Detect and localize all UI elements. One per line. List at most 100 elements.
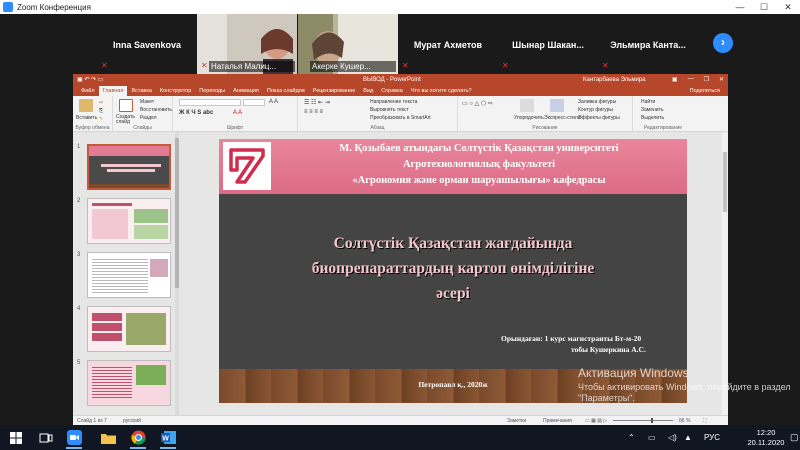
slide-author-line: тобы Кушеркина А.С.: [571, 345, 646, 354]
muted-mic-icon: ✕: [602, 61, 609, 70]
taskbar-clock[interactable]: 12:20 20.11.2020: [743, 428, 789, 448]
arrange-button[interactable]: Упорядочить: [514, 115, 544, 121]
participant-tile[interactable]: Мурат Ахметов ✕: [398, 14, 498, 74]
find-button[interactable]: Найти: [641, 99, 655, 105]
tab-animations[interactable]: Анимация: [229, 86, 263, 96]
bullets-icon[interactable]: ☰ ☷ ⇤ ⇥: [304, 99, 330, 106]
tab-design[interactable]: Конструктор: [156, 86, 195, 96]
thumbnail-image: [87, 360, 171, 406]
minimize-icon[interactable]: —: [728, 2, 752, 13]
align-text-button[interactable]: Выровнять текст: [370, 107, 409, 113]
participant-tile[interactable]: Эльмира Канта... ✕: [598, 14, 698, 74]
shape-effects-button[interactable]: Эффекты фигуры: [578, 115, 620, 121]
fit-slide-icon[interactable]: ⛶: [703, 418, 707, 424]
ppt-user-name[interactable]: Кантарбаева Эльмира: [583, 77, 646, 83]
tab-home[interactable]: Главная: [98, 86, 128, 96]
zoom-titlebar: Zoom Конференция — ☐ ✕: [0, 0, 800, 14]
slide-thumbnail[interactable]: 1: [77, 144, 175, 192]
maximize-icon[interactable]: ☐: [752, 2, 776, 13]
tab-slideshow[interactable]: Показ слайдов: [263, 86, 309, 96]
ribbon-display-icon[interactable]: ▣: [672, 76, 678, 83]
zoom-level[interactable]: 86 %: [679, 418, 690, 424]
close-icon[interactable]: ✕: [719, 76, 724, 83]
restore-icon[interactable]: ❐: [704, 76, 709, 83]
zoom-window-title: Zoom Конференция: [17, 2, 91, 12]
shapes-gallery-icon[interactable]: ▭ ○ △ ⬠ ⇨: [462, 100, 493, 107]
slide-thumbnail[interactable]: 5: [77, 360, 175, 408]
new-slide-icon[interactable]: [119, 99, 133, 112]
thumbnail-number: 1: [77, 144, 81, 150]
format-painter-icon[interactable]: ✎: [99, 116, 103, 122]
comments-button[interactable]: Примечания: [543, 418, 572, 424]
shape-outline-button[interactable]: Контур фигуры: [578, 107, 613, 113]
tab-review[interactable]: Рецензирование: [309, 86, 359, 96]
tab-insert[interactable]: Вставка: [127, 86, 155, 96]
word-icon[interactable]: W: [158, 428, 178, 449]
network-icon[interactable]: ▭: [648, 425, 656, 450]
language-indicator[interactable]: русский: [123, 418, 141, 424]
muted-mic-icon: ✕: [101, 61, 108, 70]
tab-help[interactable]: Справка: [377, 86, 407, 96]
minimize-icon[interactable]: —: [688, 76, 694, 83]
slide-thumbnail[interactable]: 3: [77, 252, 175, 300]
notifications-icon[interactable]: ▢: [790, 425, 799, 450]
text-direction-button[interactable]: Направление текста: [370, 99, 417, 105]
thumbnail-number: 5: [77, 360, 81, 366]
quick-styles-button[interactable]: Экспресс-стили: [544, 115, 581, 121]
shape-fill-button[interactable]: Заливка фигуры: [578, 99, 616, 105]
participant-tile[interactable]: ✕ Наталья Малиц...: [197, 14, 297, 74]
editing-group-label: Редактирование: [643, 125, 683, 131]
font-name-field[interactable]: [179, 99, 241, 106]
slide-thumbnail[interactable]: 4: [77, 306, 175, 354]
tell-me-search[interactable]: Что вы хотите сделать?: [407, 86, 476, 96]
tray-chevron-icon[interactable]: ⌃: [628, 425, 635, 450]
close-icon[interactable]: ✕: [776, 2, 800, 13]
save-icon[interactable]: ▣ ↶ ↷ ▭: [77, 76, 103, 83]
paste-icon[interactable]: [79, 99, 93, 112]
replace-button[interactable]: Заменить: [641, 107, 663, 113]
input-language[interactable]: РУС: [704, 425, 720, 450]
cut-icon[interactable]: ✂: [99, 100, 103, 106]
participant-tile-active-speaker[interactable]: Акерке Кушер...: [298, 14, 398, 74]
chrome-icon[interactable]: [128, 428, 148, 449]
smartart-button[interactable]: Преобразовать в SmartArt: [370, 115, 431, 121]
windows-start-icon[interactable]: [6, 428, 26, 447]
section-button[interactable]: Раздел: [140, 115, 157, 121]
select-button[interactable]: Выделить: [641, 115, 664, 121]
participant-strip: Inna Savenkova ✕ ✕ Наталья Малиц... Акер…: [0, 14, 800, 74]
font-grow-icon[interactable]: A A: [269, 99, 278, 105]
notes-button[interactable]: Заметки: [507, 418, 526, 424]
current-slide[interactable]: М. Қозыбаев атындағы Солтүстік Қазақстан…: [219, 139, 687, 403]
copy-icon[interactable]: ⎘: [99, 108, 103, 114]
share-button[interactable]: Поделиться: [686, 86, 728, 96]
paste-button[interactable]: Вставить: [76, 115, 97, 121]
reset-button[interactable]: Восстановить: [140, 107, 172, 113]
bold-icon[interactable]: Ж К Ч S abc: [179, 110, 213, 116]
quick-styles-icon[interactable]: [550, 99, 564, 112]
participant-tile[interactable]: Inna Savenkova ✕: [97, 14, 197, 74]
font-size-field[interactable]: [243, 99, 265, 106]
arrange-icon[interactable]: [520, 99, 534, 112]
activation-subtitle: Чтобы активировать Windows, перейдите в …: [578, 382, 791, 403]
zoom-slider[interactable]: [613, 418, 673, 423]
tab-transitions[interactable]: Переходы: [195, 86, 229, 96]
slide-thumbnail[interactable]: 2: [77, 198, 175, 246]
chevron-right-icon[interactable]: ›: [713, 33, 733, 53]
new-slide-button[interactable]: Создать слайд: [116, 115, 136, 125]
file-explorer-icon[interactable]: [98, 428, 118, 447]
zoom-app-icon[interactable]: [64, 428, 84, 449]
task-view-icon[interactable]: [36, 428, 56, 447]
tray-app-icon[interactable]: ▲: [684, 425, 692, 450]
font-color-icon[interactable]: A A: [233, 110, 242, 116]
participant-tile[interactable]: Шынар Шакан... ✕: [498, 14, 598, 74]
university-logo: [223, 142, 271, 190]
view-buttons-icon[interactable]: ▭ ▦ ▤ ▷: [585, 418, 607, 424]
tab-view[interactable]: Вид: [359, 86, 377, 96]
participant-name: Акерке Кушер...: [310, 61, 396, 72]
layout-button[interactable]: Макет: [140, 99, 154, 105]
align-icon[interactable]: ≡ ≡ ≡ ≡: [304, 109, 323, 115]
tab-file[interactable]: Файл: [77, 86, 99, 96]
volume-icon[interactable]: ◁): [668, 425, 677, 450]
svg-text:W: W: [162, 436, 169, 443]
thumbnail-image: [87, 144, 171, 190]
